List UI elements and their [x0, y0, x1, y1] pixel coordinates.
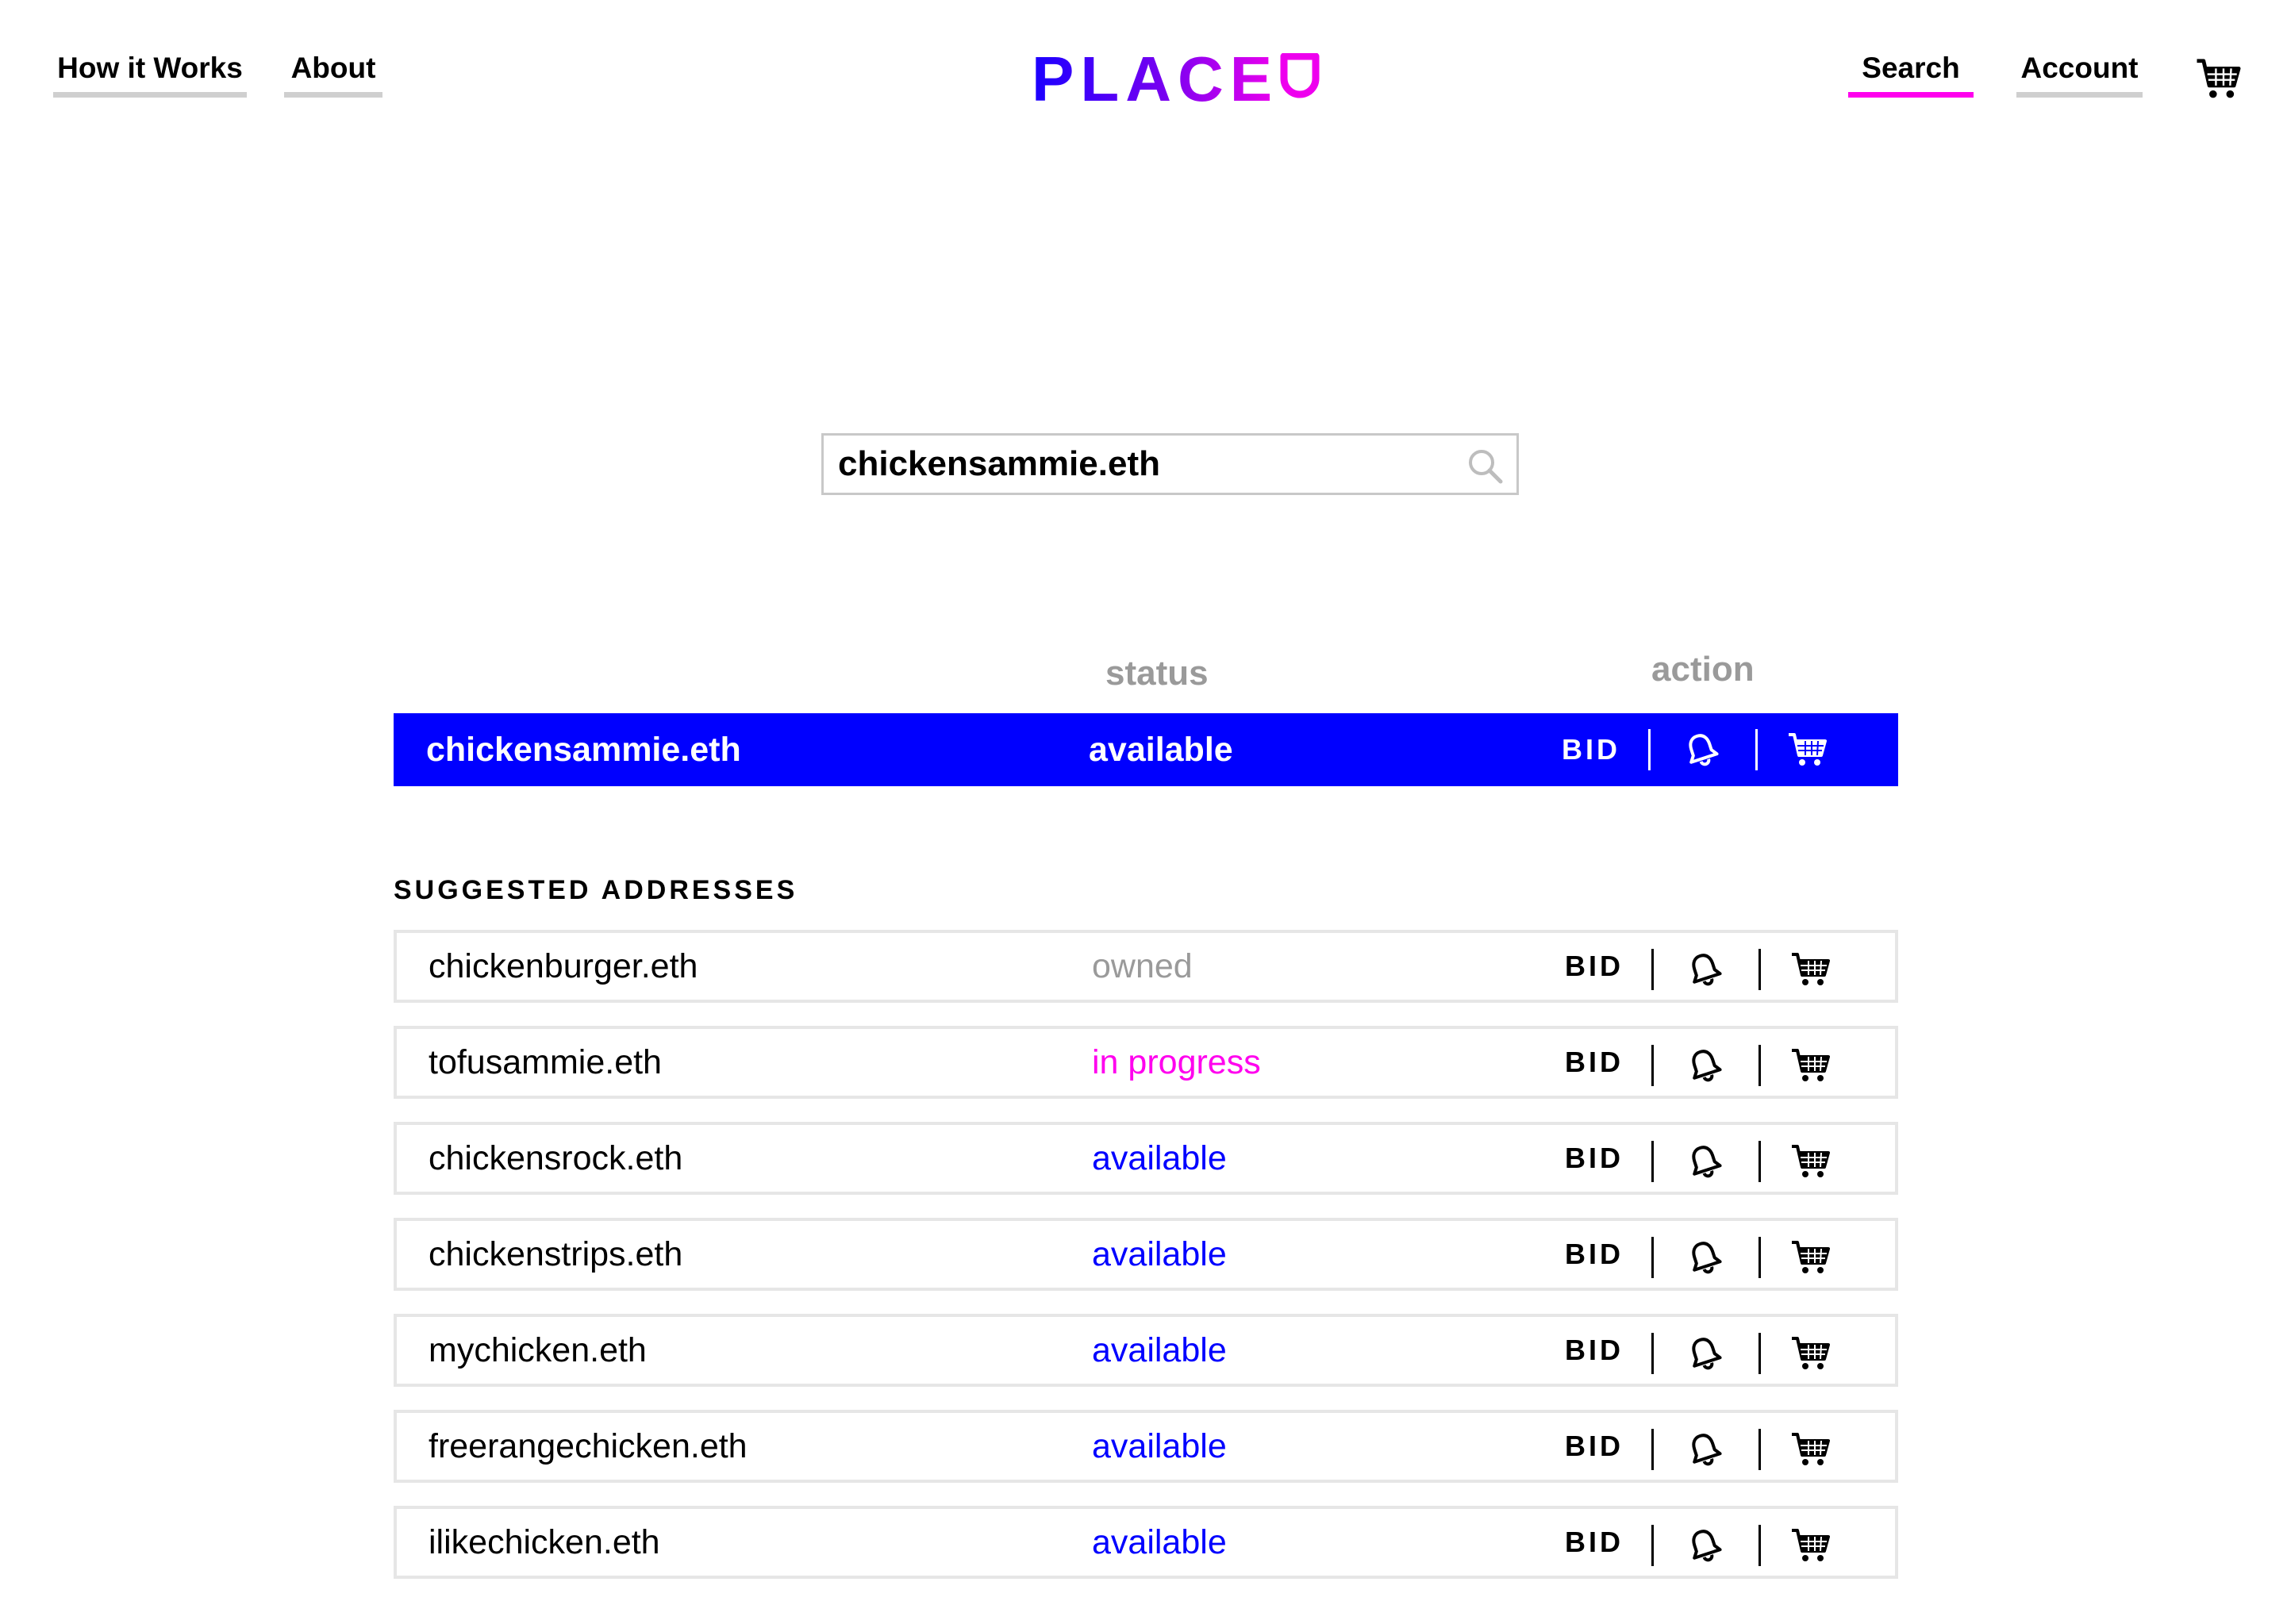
bell-icon[interactable] — [1685, 1526, 1724, 1564]
bell-icon[interactable] — [1685, 1238, 1724, 1277]
nav-account[interactable]: Account — [2016, 48, 2143, 98]
nav-search[interactable]: Search — [1848, 48, 1974, 98]
address-name[interactable]: freerangechicken.eth — [429, 1413, 748, 1480]
suggested-row: chickenburger.eth owned BID — [394, 930, 1898, 1003]
column-header-action: action — [1651, 650, 1755, 689]
address-name[interactable]: chickensrock.eth — [429, 1125, 682, 1192]
address-name[interactable]: mychicken.eth — [429, 1317, 647, 1384]
suggested-row: chickenstrips.eth available BID — [394, 1218, 1898, 1291]
address-status: available — [1092, 1138, 1227, 1177]
featured-result-row: chickensammie.eth available BID — [394, 713, 1898, 786]
address-name[interactable]: chickenstrips.eth — [429, 1221, 682, 1288]
cart-icon[interactable] — [1791, 1526, 1831, 1564]
address-status: in progress — [1092, 1042, 1261, 1081]
divider — [1755, 729, 1758, 770]
divider — [1758, 1525, 1761, 1566]
search-box — [821, 433, 1519, 495]
address-status: owned — [1092, 946, 1193, 985]
bid-button[interactable]: BID — [1565, 1509, 1624, 1576]
address-status: available — [1092, 1330, 1227, 1369]
address-name[interactable]: chickensammie.eth — [426, 713, 741, 786]
bell-icon[interactable] — [1682, 731, 1720, 769]
bid-button[interactable]: BID — [1565, 1317, 1624, 1384]
address-status: available — [1089, 730, 1233, 769]
suggested-row: freerangechicken.eth available BID — [394, 1410, 1898, 1483]
address-name[interactable]: tofusammie.eth — [429, 1029, 662, 1096]
bell-icon[interactable] — [1685, 1046, 1724, 1085]
address-name[interactable]: ilikechicken.eth — [429, 1509, 660, 1576]
divider — [1651, 1045, 1654, 1086]
divider — [1651, 1429, 1654, 1470]
column-header-status: status — [1105, 654, 1209, 693]
bid-button[interactable]: BID — [1565, 1221, 1624, 1288]
cart-icon[interactable] — [1791, 1430, 1831, 1469]
address-name[interactable]: chickenburger.eth — [429, 933, 698, 1000]
address-status: available — [1092, 1522, 1227, 1561]
divider — [1758, 1045, 1761, 1086]
divider — [1651, 1333, 1654, 1374]
bid-button[interactable]: BID — [1565, 933, 1624, 1000]
suggested-row: chickensrock.eth available BID — [394, 1122, 1898, 1195]
cart-icon[interactable] — [1791, 1046, 1831, 1085]
divider — [1651, 1141, 1654, 1182]
divider — [1651, 949, 1654, 990]
bell-icon[interactable] — [1685, 1334, 1724, 1373]
divider — [1651, 1237, 1654, 1278]
logo-mark-icon — [1280, 53, 1320, 98]
divider — [1758, 1141, 1761, 1182]
cart-icon[interactable] — [1791, 950, 1831, 989]
nav-about[interactable]: About — [284, 48, 382, 98]
bid-button[interactable]: BID — [1565, 1029, 1624, 1096]
suggested-row: ilikechicken.eth available BID — [394, 1506, 1898, 1579]
address-status: available — [1092, 1234, 1227, 1273]
address-status: available — [1092, 1426, 1227, 1465]
divider — [1648, 729, 1651, 770]
header-cart-icon[interactable] — [2196, 57, 2242, 101]
divider — [1758, 949, 1761, 990]
divider — [1758, 1237, 1761, 1278]
suggested-addresses-title: SUGGESTED ADDRESSES — [394, 875, 798, 905]
bell-icon[interactable] — [1685, 1430, 1724, 1469]
cart-icon[interactable] — [1791, 1334, 1831, 1373]
logo-text: PLACE — [1032, 44, 1279, 114]
bid-button[interactable]: BID — [1565, 1125, 1624, 1192]
search-icon[interactable] — [1466, 447, 1504, 485]
divider — [1758, 1429, 1761, 1470]
search-input[interactable] — [838, 436, 1457, 493]
bell-icon[interactable] — [1685, 950, 1724, 989]
cart-icon[interactable] — [1791, 1238, 1831, 1277]
cart-icon[interactable] — [1788, 731, 1828, 769]
bid-button[interactable]: BID — [1562, 713, 1620, 786]
logo[interactable]: PLACE — [1032, 44, 1320, 115]
nav-how-it-works[interactable]: How it Works — [53, 48, 247, 98]
divider — [1758, 1333, 1761, 1374]
divider — [1651, 1525, 1654, 1566]
bell-icon[interactable] — [1685, 1142, 1724, 1181]
suggested-row: tofusammie.eth in progress BID — [394, 1026, 1898, 1099]
bid-button[interactable]: BID — [1565, 1413, 1624, 1480]
suggested-row: mychicken.eth available BID — [394, 1314, 1898, 1387]
cart-icon[interactable] — [1791, 1142, 1831, 1181]
